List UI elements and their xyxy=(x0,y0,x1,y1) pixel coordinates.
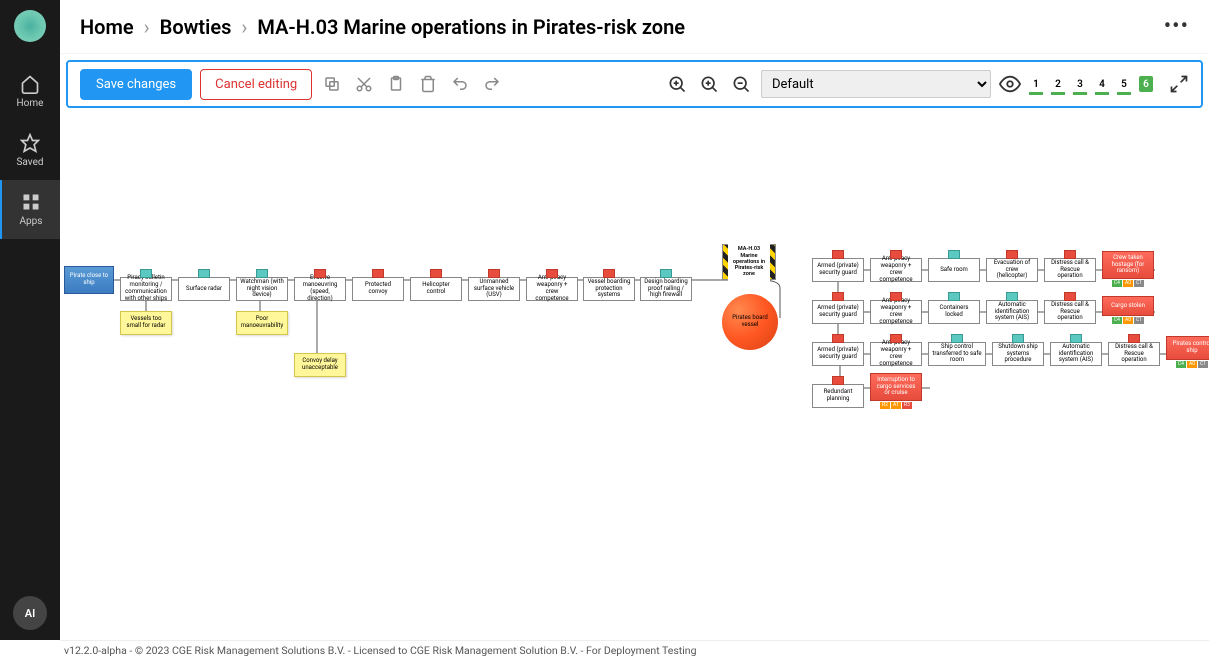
save-button[interactable]: Save changes xyxy=(80,69,192,100)
barrier-node[interactable]: Anti-piracy weaponry + crew competence xyxy=(870,258,922,282)
toolbar: Save changes Cancel editing Default 1 2 … xyxy=(66,60,1203,108)
zoom-out-icon[interactable] xyxy=(729,72,753,96)
consequence-node[interactable]: Crew taken hostage (for ransom)C4A0C1 xyxy=(1102,251,1154,279)
barrier-node[interactable]: Piracy bulletin monitoring / communicati… xyxy=(120,277,172,301)
barrier-node[interactable]: Watchman (with night vision device) xyxy=(236,277,288,301)
barrier-node[interactable]: Design boarding proof railing / high fir… xyxy=(640,277,692,301)
more-icon[interactable]: ••• xyxy=(1164,14,1189,39)
copy-icon[interactable] xyxy=(320,72,344,96)
delete-icon[interactable] xyxy=(416,72,440,96)
barrier-node[interactable]: Distress call & Rescue operation xyxy=(1108,342,1160,366)
view-select[interactable]: Default xyxy=(761,70,991,98)
hazard-node[interactable]: MA-H.03 Marine operations in Pirates-ris… xyxy=(722,244,776,280)
barrier-node[interactable]: Armed (private) security guard xyxy=(812,342,864,366)
consequence-node[interactable]: Interruption to cargo services or cruise… xyxy=(870,373,922,401)
level-2[interactable]: 2 xyxy=(1051,76,1065,92)
crumb-home[interactable]: Home xyxy=(80,15,134,39)
nav-home[interactable]: Home xyxy=(0,62,60,121)
barrier-node[interactable]: Anti-piracy weaponry + crew competence xyxy=(870,342,922,366)
nav-saved[interactable]: Saved xyxy=(0,121,60,180)
level-4[interactable]: 4 xyxy=(1095,76,1109,92)
barrier-node[interactable]: Redundant planning xyxy=(812,384,864,408)
cut-icon[interactable] xyxy=(352,72,376,96)
chevron-right-icon: › xyxy=(144,15,150,39)
paste-icon[interactable] xyxy=(384,72,408,96)
cancel-button[interactable]: Cancel editing xyxy=(200,69,312,100)
escalation-node[interactable]: Poor manoeuvrability xyxy=(236,311,288,335)
chevron-right-icon: › xyxy=(241,15,247,39)
barrier-node[interactable]: Ship control transferred to safe room xyxy=(928,342,986,366)
barrier-node[interactable]: Armed (private) security guard xyxy=(812,258,864,282)
crumb-bowties[interactable]: Bowties xyxy=(160,15,232,39)
barrier-node[interactable]: Automatic identification system (AIS) xyxy=(986,300,1038,324)
barrier-node[interactable]: Anti-piracy weaponry + crew competence xyxy=(870,300,922,324)
crumb-current: MA-H.03 Marine operations in Pirates-ris… xyxy=(257,15,685,39)
zoom-fit-icon[interactable] xyxy=(665,72,689,96)
breadcrumb: Home › Bowties › MA-H.03 Marine operatio… xyxy=(80,15,685,39)
footer: v12.2.0-alpha - © 2023 CGE Risk Manageme… xyxy=(60,640,1209,660)
fullscreen-icon[interactable] xyxy=(1169,74,1189,94)
level-1[interactable]: 1 xyxy=(1029,76,1043,92)
undo-icon[interactable] xyxy=(448,72,472,96)
barrier-node[interactable]: Anti-piracy weaponry + crew competence xyxy=(526,277,578,301)
barrier-node[interactable]: Vessel boarding protection systems xyxy=(583,277,635,301)
barrier-node[interactable]: Containers locked xyxy=(928,300,980,324)
sidebar: Home Saved Apps AI xyxy=(0,0,60,640)
barrier-node[interactable]: Distress call & Rescue operation xyxy=(1044,258,1096,282)
barrier-node[interactable]: Evasive manoeuvring (speed, direction) xyxy=(294,277,346,301)
level-6[interactable]: 6 xyxy=(1139,76,1153,92)
level-3[interactable]: 3 xyxy=(1073,76,1087,92)
barrier-node[interactable]: Shutdown ship systems procedure xyxy=(992,342,1044,366)
home-icon xyxy=(20,74,40,94)
barrier-node[interactable]: Unmanned surface vehicle (USV) xyxy=(468,277,520,301)
zoom-in-icon[interactable] xyxy=(697,72,721,96)
barrier-node[interactable]: Helicopter control xyxy=(410,277,462,301)
threat-node[interactable]: Pirate close to ship xyxy=(64,266,114,294)
connectors xyxy=(60,108,1209,640)
level-5[interactable]: 5 xyxy=(1117,76,1131,92)
apps-icon xyxy=(21,192,41,212)
visibility-icon[interactable] xyxy=(999,73,1021,95)
barrier-node[interactable]: Armed (private) security guard xyxy=(812,300,864,324)
consequence-node[interactable]: Pirates control shipC4A0C1 xyxy=(1166,336,1209,360)
escalation-node[interactable]: Vessels too small for radar xyxy=(120,311,172,335)
barrier-node[interactable]: Surface radar xyxy=(178,277,230,301)
nav-label: Apps xyxy=(20,216,43,227)
barrier-node[interactable]: Automatic identification system (AIS) xyxy=(1050,342,1102,366)
barrier-node[interactable]: Distress call & Rescue operation xyxy=(1044,300,1096,324)
barrier-node[interactable]: Evacuation of crew (helicopter) xyxy=(986,258,1038,282)
barrier-node[interactable]: Protected convoy xyxy=(352,277,404,301)
avatar[interactable] xyxy=(14,10,46,42)
ai-button[interactable]: AI xyxy=(13,596,47,630)
barrier-node[interactable]: Safe room xyxy=(928,258,980,282)
header: Home › Bowties › MA-H.03 Marine operatio… xyxy=(60,0,1209,54)
consequence-node[interactable]: Cargo stolenC4A0C1 xyxy=(1102,296,1154,316)
nav-label: Home xyxy=(17,98,44,109)
star-icon xyxy=(20,133,40,153)
nav-apps[interactable]: Apps xyxy=(0,180,60,239)
diagram-canvas[interactable]: Pirate close to ship Piracy bulletin mon… xyxy=(60,108,1209,640)
nav-label: Saved xyxy=(16,157,43,168)
escalation-node[interactable]: Convoy delay unacceptable xyxy=(294,353,346,377)
top-event-node[interactable]: Pirates board vessel xyxy=(722,294,778,350)
redo-icon[interactable] xyxy=(480,72,504,96)
